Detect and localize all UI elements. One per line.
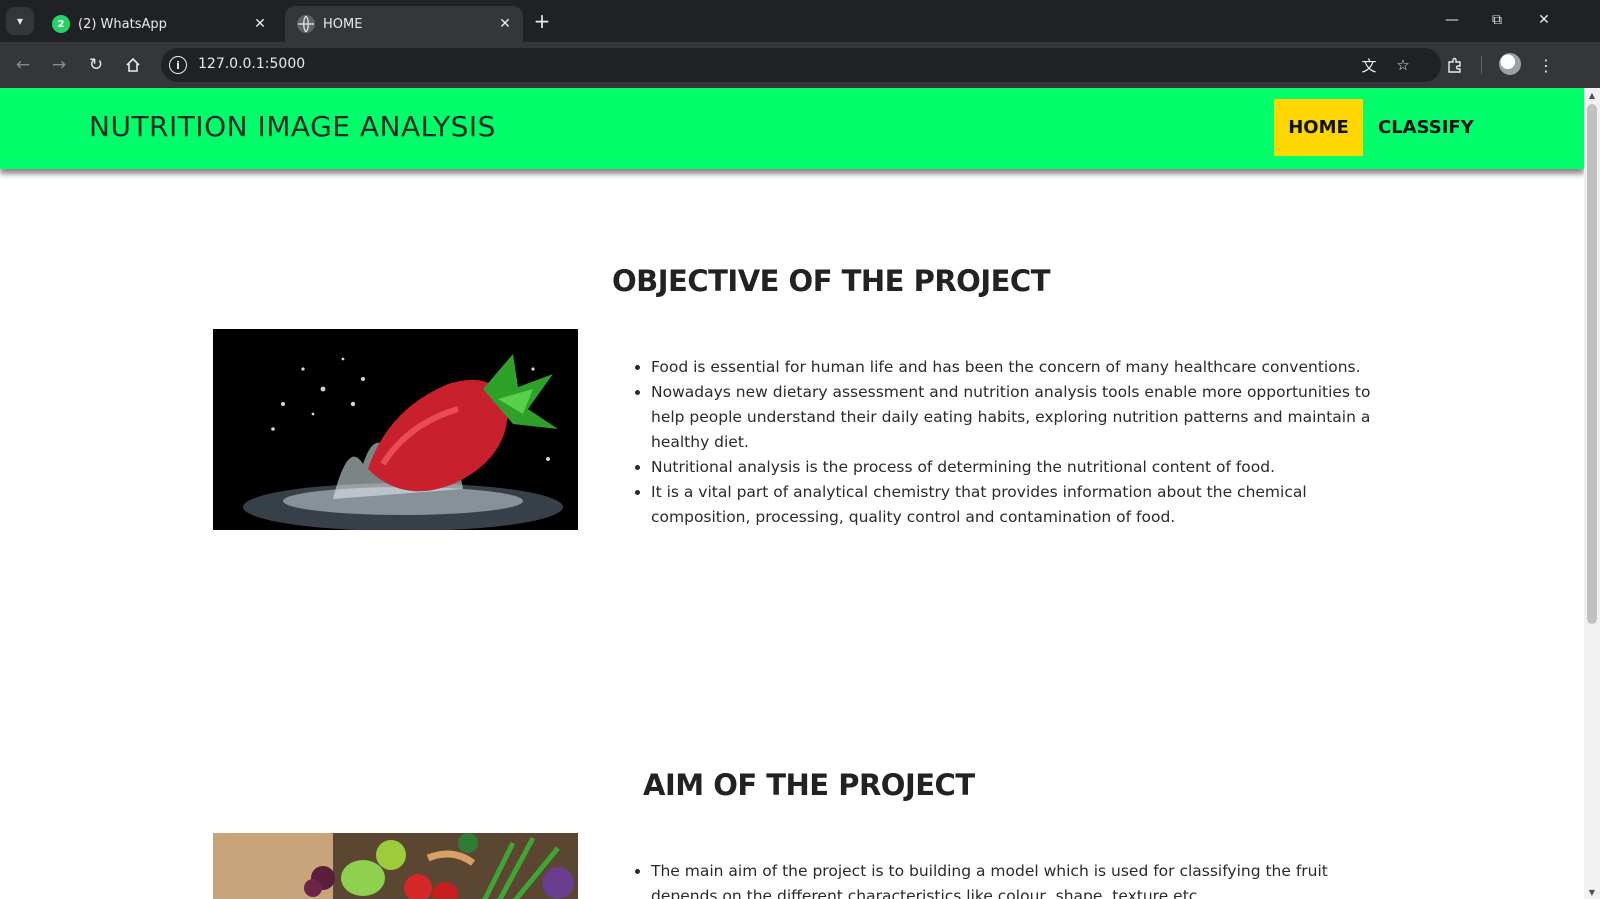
minimize-icon[interactable]: — <box>1437 8 1467 32</box>
whatsapp-icon: 2 <box>52 15 70 33</box>
list-item: It is a vital part of analytical chemist… <box>651 480 1381 530</box>
list-item: Nowadays new dietary assessment and nutr… <box>651 380 1381 455</box>
site-header: NUTRITION IMAGE ANALYSIS HOME CLASSIFY <box>0 88 1584 169</box>
star-icon[interactable]: ☆ <box>1391 53 1415 77</box>
tab-home[interactable]: HOME ✕ <box>285 6 523 42</box>
tab-whatsapp[interactable]: 2 (2) WhatsApp ✕ <box>40 6 278 42</box>
aim-bullet-list: The main aim of the project is to buildi… <box>651 859 1381 899</box>
page-scrollbar[interactable]: ▲ ▼ <box>1584 88 1600 899</box>
toolbar-divider <box>1481 56 1482 74</box>
page-viewport: NUTRITION IMAGE ANALYSIS HOME CLASSIFY O… <box>0 88 1600 899</box>
tab-title: (2) WhatsApp <box>78 16 167 32</box>
kebab-menu-icon[interactable]: ⋮ <box>1532 51 1560 79</box>
browser-tab-bar: ▾ 2 (2) WhatsApp ✕ HOME ✕ + — ⧉ ✕ <box>0 0 1600 42</box>
nav-home-link[interactable]: HOME <box>1274 99 1363 156</box>
home-icon[interactable] <box>119 51 147 79</box>
aim-heading: AIM OF THE PROJECT <box>643 768 975 802</box>
close-icon[interactable]: ✕ <box>495 14 515 34</box>
scroll-down-arrow-icon[interactable]: ▼ <box>1587 887 1597 897</box>
restore-icon[interactable]: ⧉ <box>1482 8 1512 32</box>
profile-avatar[interactable] <box>1499 53 1521 75</box>
objective-bullet-list: Food is essential for human life and has… <box>651 355 1381 530</box>
list-item: Food is essential for human life and has… <box>651 355 1381 380</box>
site-title: NUTRITION IMAGE ANALYSIS <box>89 110 496 143</box>
chevron-down-icon: ▾ <box>16 14 24 28</box>
site-info-icon[interactable]: i <box>169 56 187 74</box>
address-bar[interactable]: i 127.0.0.1:5000 文 ☆ <box>161 48 1441 82</box>
window-close-icon[interactable]: ✕ <box>1529 8 1559 32</box>
tab-search-button[interactable]: ▾ <box>6 7 34 35</box>
scroll-up-arrow-icon[interactable]: ▲ <box>1587 90 1597 100</box>
new-tab-button[interactable]: + <box>530 9 554 33</box>
translate-icon[interactable]: 文 <box>1357 53 1381 77</box>
nav-classify-link[interactable]: CLASSIFY <box>1372 99 1480 156</box>
objective-heading: OBJECTIVE OF THE PROJECT <box>612 264 1050 298</box>
globe-icon <box>297 15 315 33</box>
list-item: The main aim of the project is to buildi… <box>651 859 1381 899</box>
scrollbar-thumb[interactable] <box>1587 104 1597 624</box>
vegetables-image <box>213 833 578 899</box>
forward-arrow-icon[interactable]: → <box>45 51 73 79</box>
strawberry-splash-image <box>213 329 578 530</box>
reload-icon[interactable]: ↻ <box>82 51 110 79</box>
list-item: Nutritional analysis is the process of d… <box>651 455 1381 480</box>
browser-toolbar: ← → ↻ i 127.0.0.1:5000 文 ☆ ⋮ <box>0 42 1600 88</box>
tab-title: HOME <box>323 16 363 32</box>
url-text[interactable]: 127.0.0.1:5000 <box>198 56 305 72</box>
extensions-puzzle-icon[interactable] <box>1441 51 1469 79</box>
back-arrow-icon[interactable]: ← <box>9 51 37 79</box>
close-icon[interactable]: ✕ <box>250 14 270 34</box>
